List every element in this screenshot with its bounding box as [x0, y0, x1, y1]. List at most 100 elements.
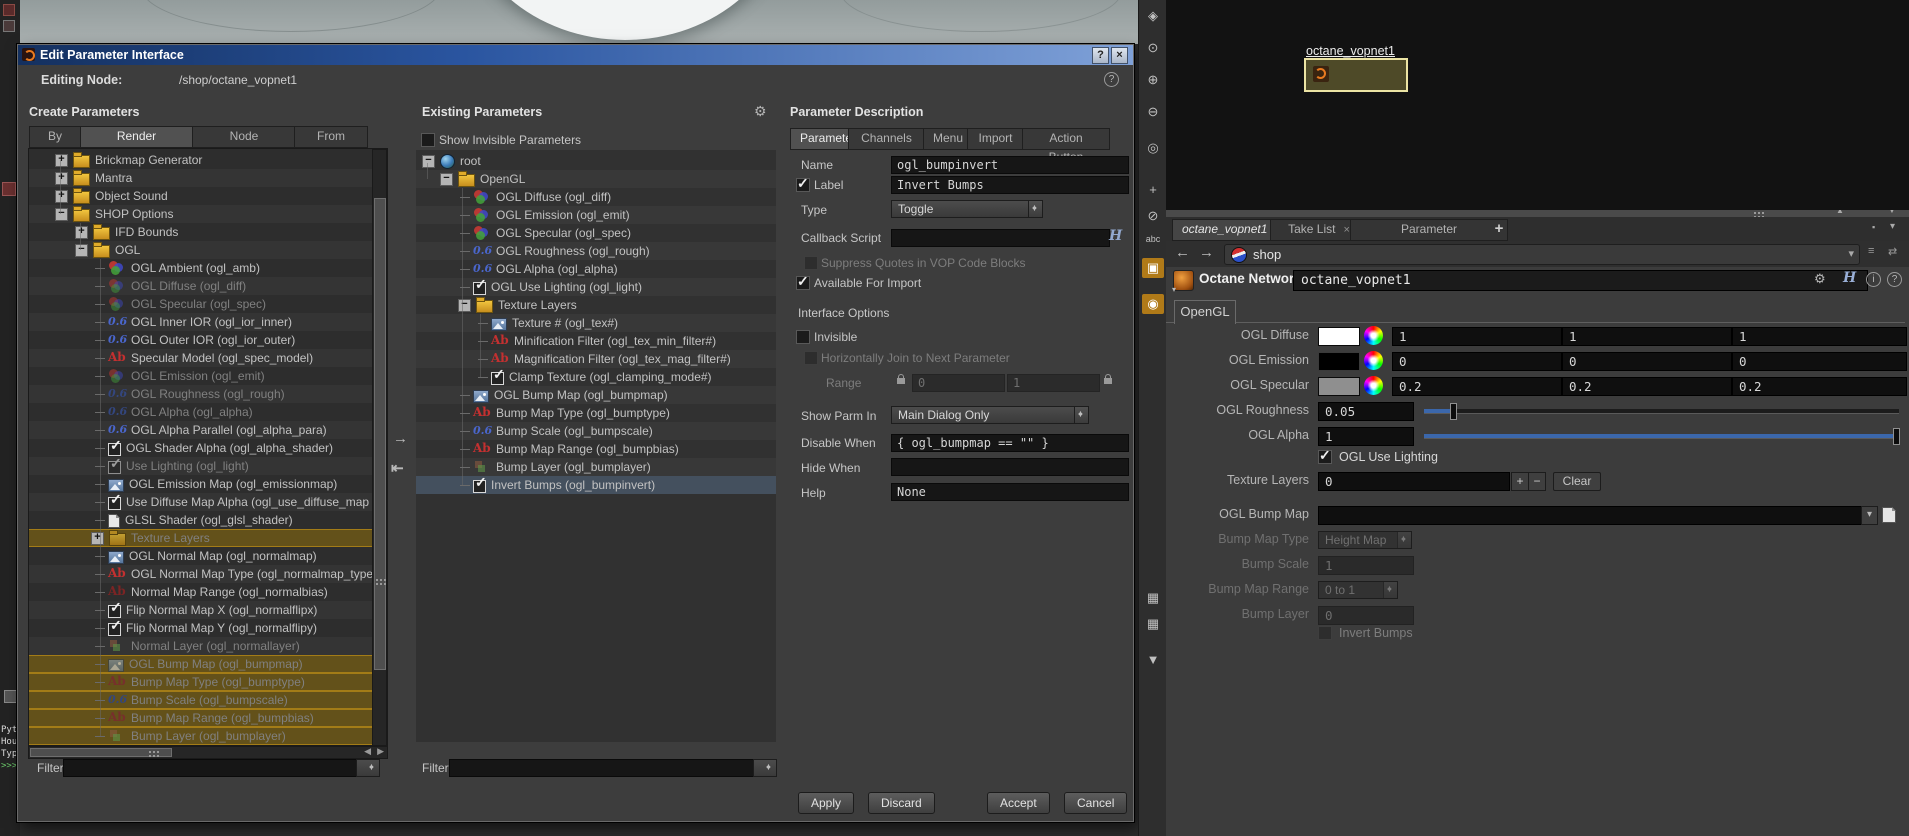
alpha-input[interactable]: 1 [1318, 427, 1414, 446]
expand-icon[interactable]: + [91, 531, 104, 545]
collapse-icon[interactable]: − [440, 172, 453, 186]
diffuse-r-input[interactable]: 1 [1392, 327, 1562, 346]
pane-grip[interactable] [1754, 212, 1756, 214]
existing-filter-input[interactable] [449, 759, 756, 777]
expand-icon[interactable]: + [75, 225, 88, 239]
create-filter-input[interactable] [63, 759, 360, 777]
tree-row[interactable]: − OpenGL [416, 170, 776, 188]
tree-row[interactable]: 0.6 Bump Scale (ogl_bumpscale) [29, 691, 373, 709]
move-parameter-right-button[interactable]: → [393, 430, 408, 447]
tree-row[interactable]: Ab Bump Map Range (ogl_bumpbias) [29, 709, 373, 727]
tab-menu[interactable]: Menu [923, 128, 969, 150]
snapshot-icon[interactable]: ▣ [1142, 258, 1164, 278]
tree-row[interactable]: Ab Bump Map Range (ogl_bumpbias) [416, 440, 776, 458]
tree-row[interactable]: ✓ OGL Shader Alpha (ogl_alpha_shader) [29, 438, 373, 457]
expand-icon[interactable]: + [55, 153, 68, 167]
hscroll-left-arrow[interactable]: ◀ [364, 746, 371, 757]
header-gear-icon[interactable]: ⚙ [1814, 271, 1826, 287]
nav-back-icon[interactable]: ← [1175, 244, 1190, 261]
tab-by-type[interactable]: By Type [29, 126, 81, 162]
tree-row[interactable]: Normal Layer (ogl_normallayer) [29, 637, 373, 655]
tree-row[interactable]: ✓ OGL Use Lighting (ogl_light) [416, 277, 776, 296]
tree-row[interactable]: ✓ Clamp Texture (ogl_clamping_mode#) [416, 367, 776, 386]
dialog-help-button[interactable]: ? [1092, 47, 1109, 64]
header-info-icon[interactable]: i [1866, 272, 1881, 287]
bump-map-file-chooser-icon[interactable] [1882, 507, 1896, 523]
tab-import[interactable]: Import [967, 128, 1024, 150]
create-tree-hscrollbar[interactable]: ◀ ▶ [28, 746, 388, 759]
collapse-icon[interactable]: − [55, 207, 68, 221]
tab-node-properties[interactable]: Node Properties [192, 126, 296, 162]
tree-row[interactable]: ✓ Use Diffuse Map Alpha (ogl_use_diffuse_… [29, 492, 373, 511]
create-tree-vscrollbar[interactable] [372, 149, 387, 745]
tree-row[interactable]: 0.6 OGL Roughness (ogl_rough) [416, 242, 776, 260]
create-filter-menu-button[interactable] [356, 759, 380, 777]
new-tab-button[interactable]: + [1488, 219, 1510, 239]
text-tool-icon[interactable]: abc [1139, 234, 1167, 244]
tree-row[interactable]: OGL Specular (ogl_spec) [416, 224, 776, 242]
expand-icon[interactable]: + [55, 171, 68, 185]
label-input[interactable]: Invert Bumps [891, 176, 1129, 194]
collapse-icon[interactable]: − [458, 298, 471, 312]
discard-button[interactable]: Discard [868, 792, 935, 814]
bump-map-input[interactable] [1318, 506, 1863, 525]
diffuse-color-swatch[interactable] [1318, 327, 1360, 346]
tree-row[interactable]: − Texture Layers [416, 296, 776, 314]
nav-forward-icon[interactable]: → [1199, 244, 1214, 261]
tree-row[interactable]: OGL Diffuse (ogl_diff) [416, 188, 776, 206]
move-parameter-left-button[interactable]: ⇤ [391, 459, 404, 477]
tree-row[interactable]: OGL Emission Map (ogl_emissionmap) [29, 475, 373, 493]
existing-parameters-tree[interactable]: − root − OpenGL OGL Diffuse (ogl_diff) OGL Em… [416, 150, 776, 742]
hscroll-thumb[interactable] [30, 748, 172, 757]
dialog-context-help-icon[interactable]: ? [1104, 72, 1119, 87]
collapse-icon[interactable]: − [422, 154, 435, 168]
tree-row[interactable]: ✓ Invert Bumps (ogl_bumpinvert) [416, 475, 776, 494]
tab-close-icon[interactable]: × [1343, 224, 1349, 236]
vscroll-thumb[interactable] [374, 198, 386, 670]
texture-layers-add-button[interactable]: + [1511, 472, 1529, 491]
tree-row[interactable]: + Texture Layers [29, 529, 373, 547]
node-name-field[interactable]: octane_vopnet1 [1293, 270, 1868, 291]
range-lock-icon[interactable] [897, 374, 905, 384]
tree-row[interactable]: − SHOP Options [29, 205, 373, 223]
specular-g-input[interactable]: 0.2 [1562, 377, 1732, 396]
tree-row[interactable]: + Mantra [29, 169, 373, 187]
tree-row[interactable]: Bump Layer (ogl_bumplayer) [416, 458, 776, 476]
header-hscript-icon[interactable]: H [1843, 270, 1856, 286]
tree-row[interactable]: Ab Minification Filter (ogl_tex_min_filte… [416, 332, 776, 350]
tree-row[interactable]: ✓ Flip Normal Map Y (ogl_normalflipy) [29, 618, 373, 637]
emission-b-input[interactable]: 0 [1732, 352, 1907, 371]
scroll-down-icon[interactable]: ▼ [1139, 652, 1167, 667]
available-for-import-checkbox[interactable] [796, 273, 810, 290]
tree-row[interactable]: GLSL Shader (ogl_glsl_shader) [29, 511, 373, 529]
tool-mini-icon[interactable] [2, 182, 16, 196]
tree-row[interactable]: OGL Diffuse (ogl_diff) [29, 277, 373, 295]
script-language-icon[interactable]: H [1109, 228, 1122, 244]
path-field[interactable]: shop ▾ [1224, 244, 1860, 265]
view-icon[interactable]: ⊙ [1139, 40, 1167, 56]
show-parm-in-dropdown[interactable]: Main Dialog Only [891, 406, 1089, 424]
texture-layers-remove-button[interactable]: − [1528, 472, 1546, 491]
roughness-slider-track[interactable] [1424, 409, 1899, 414]
callback-script-input[interactable] [891, 229, 1110, 247]
crosshair-icon[interactable]: + [1139, 182, 1167, 197]
tree-row[interactable]: Ab Magnification Filter (ogl_tex_mag_filt… [416, 350, 776, 368]
existing-filter-menu-button[interactable] [753, 759, 777, 777]
show-parm-spinner[interactable] [1074, 407, 1088, 423]
emission-color-wheel-icon[interactable] [1364, 351, 1383, 370]
tree-row[interactable]: 0.6 OGL Outer IOR (ogl_ior_outer) [29, 331, 373, 349]
tab-render-properties[interactable]: Render Properties [80, 126, 193, 162]
alpha-slider-handle[interactable] [1893, 428, 1900, 445]
bump-map-menu-button[interactable]: ▾ [1861, 506, 1878, 525]
hscroll-right-arrow[interactable]: ▶ [377, 746, 384, 757]
expand-icon[interactable]: + [55, 189, 68, 203]
tree-row[interactable]: OGL Emission (ogl_emit) [416, 206, 776, 224]
tree-row[interactable]: Ab Bump Map Type (ogl_bumptype) [29, 673, 373, 691]
tree-row[interactable]: 0.6 OGL Roughness (ogl_rough) [29, 385, 373, 403]
specular-b-input[interactable]: 0.2 [1732, 377, 1907, 396]
tree-row[interactable]: 0.6 OGL Alpha Parallel (ogl_alpha_para) [29, 421, 373, 439]
tree-row[interactable]: Bump Layer (ogl_bumplayer) [29, 727, 373, 745]
tree-row[interactable]: ✓ Use Lighting (ogl_light) [29, 456, 373, 475]
range-lock2-icon[interactable] [1104, 374, 1112, 384]
tree-row[interactable]: 0.6 OGL Inner IOR (ogl_ior_inner) [29, 313, 373, 331]
